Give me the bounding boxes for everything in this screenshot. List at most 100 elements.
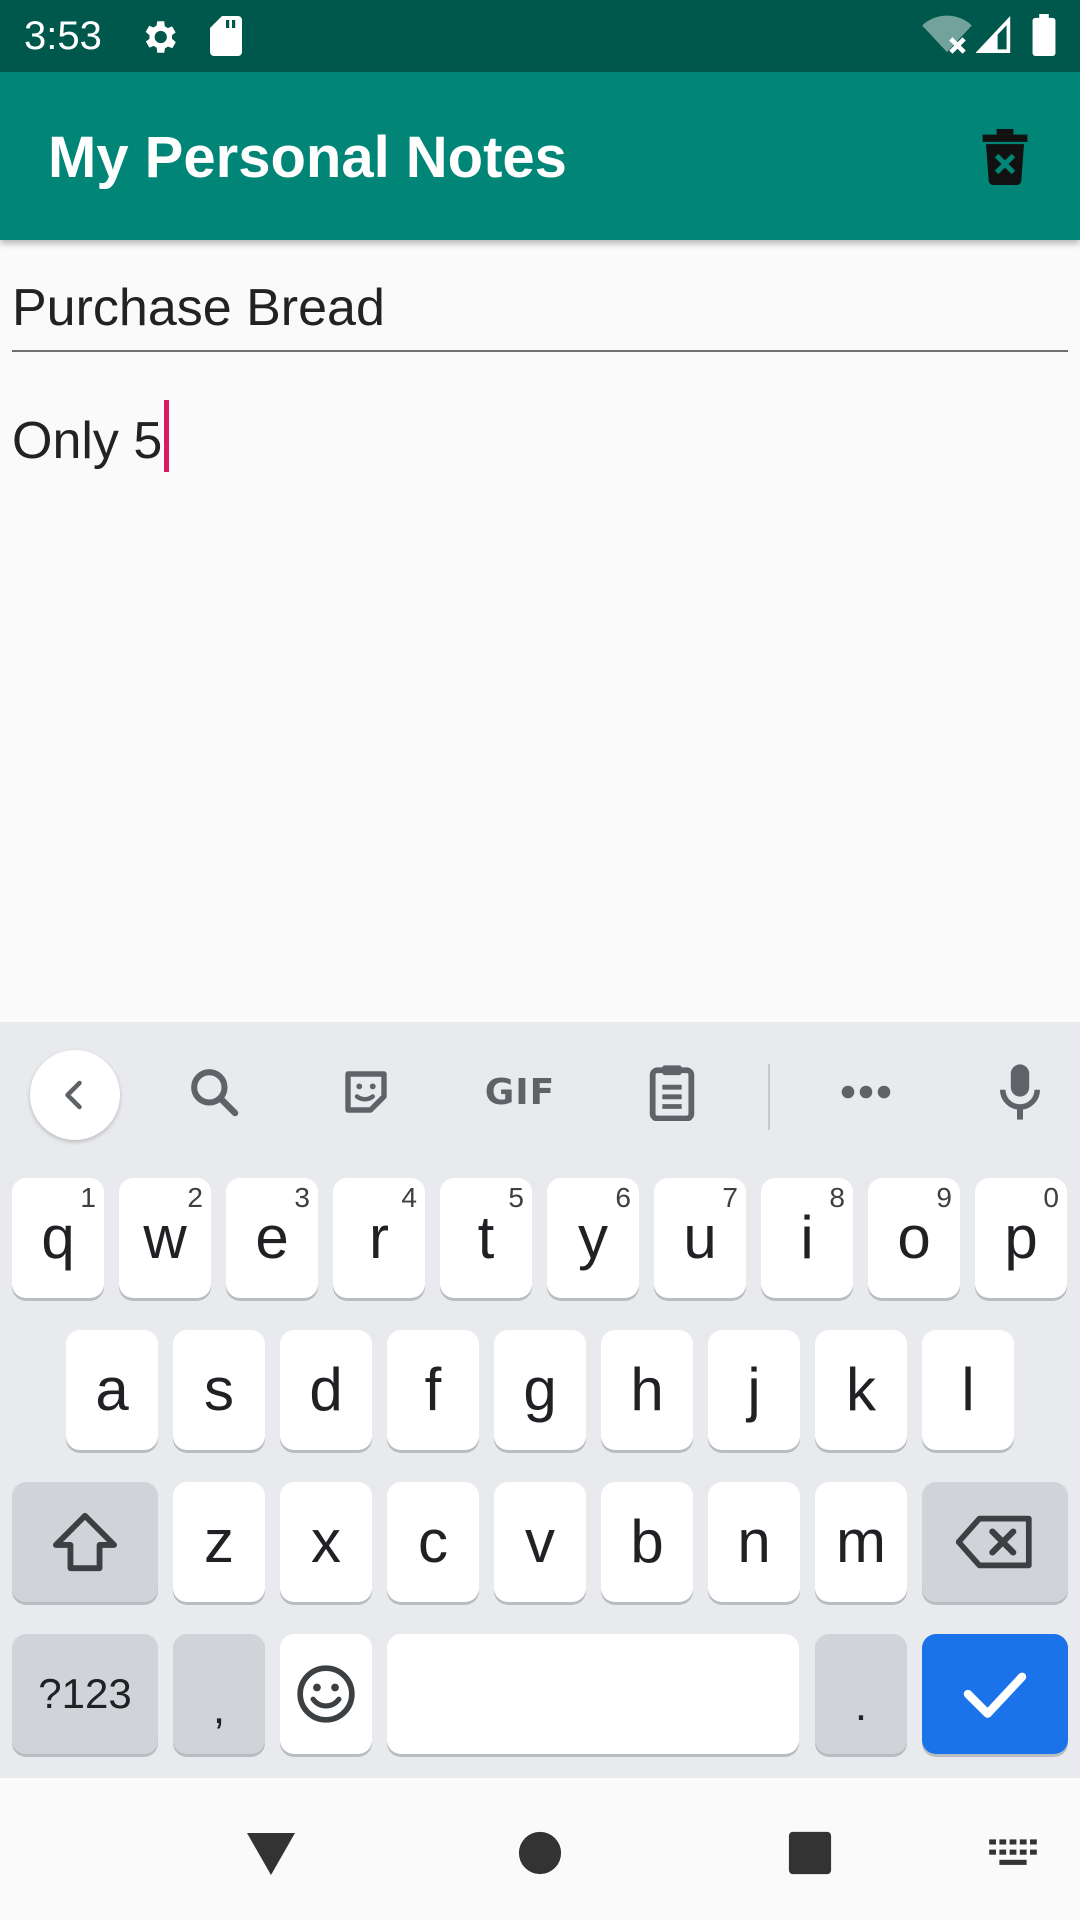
key-a[interactable]: a bbox=[66, 1330, 158, 1450]
comma-key[interactable]: , bbox=[173, 1634, 265, 1754]
symbols-key[interactable]: ?123 bbox=[12, 1634, 158, 1754]
key-char: n bbox=[737, 1508, 771, 1575]
nav-recents-button[interactable] bbox=[775, 1818, 845, 1888]
sd-card-icon bbox=[210, 16, 242, 56]
mic-icon bbox=[999, 1064, 1041, 1120]
checkmark-icon bbox=[963, 1672, 1027, 1718]
backspace-key[interactable] bbox=[922, 1482, 1068, 1602]
key-char: w bbox=[143, 1204, 187, 1271]
key-n[interactable]: n bbox=[708, 1482, 800, 1602]
key-char: l bbox=[961, 1356, 975, 1423]
key-d[interactable]: d bbox=[280, 1330, 372, 1450]
keyboard-toolbar: GIF bbox=[0, 1022, 1080, 1162]
key-h[interactable]: h bbox=[601, 1330, 693, 1450]
soft-keyboard: GIF q1 w2 e3 r4 t5 y6 u7 i8 o9 p0 a s d … bbox=[0, 1022, 1080, 1778]
key-char: , bbox=[212, 1684, 226, 1733]
key-u[interactable]: u7 bbox=[654, 1178, 746, 1298]
gear-icon bbox=[145, 21, 176, 53]
key-m[interactable]: m bbox=[815, 1482, 907, 1602]
key-char: f bbox=[424, 1356, 442, 1423]
space-key[interactable] bbox=[387, 1634, 799, 1754]
signal-icon bbox=[976, 16, 1011, 53]
key-char: g bbox=[523, 1356, 557, 1423]
emoji-key[interactable] bbox=[280, 1634, 372, 1754]
key-char: e bbox=[255, 1204, 289, 1271]
mic-button[interactable] bbox=[990, 1062, 1050, 1122]
key-g[interactable]: g bbox=[494, 1330, 586, 1450]
key-l[interactable]: l bbox=[922, 1330, 1014, 1450]
key-hint: 8 bbox=[829, 1182, 845, 1213]
key-z[interactable]: z bbox=[173, 1482, 265, 1602]
nav-back-button[interactable] bbox=[236, 1818, 306, 1888]
key-hint: 3 bbox=[294, 1182, 310, 1213]
key-char: y bbox=[578, 1204, 608, 1271]
key-r[interactable]: r4 bbox=[333, 1178, 425, 1298]
shift-key[interactable] bbox=[12, 1482, 158, 1602]
key-hint: 2 bbox=[187, 1182, 203, 1213]
key-hint: 6 bbox=[615, 1182, 631, 1213]
note-title-input[interactable]: Purchase Bread bbox=[12, 262, 1068, 352]
gif-button[interactable]: GIF bbox=[484, 1062, 556, 1122]
key-s[interactable]: s bbox=[173, 1330, 265, 1450]
keyboard-switch-icon bbox=[989, 1839, 1037, 1865]
wifi-off-icon bbox=[922, 15, 972, 54]
delete-button[interactable] bbox=[970, 122, 1040, 192]
clipboard-icon bbox=[649, 1065, 695, 1121]
key-char: j bbox=[747, 1356, 761, 1423]
key-hint: 7 bbox=[722, 1182, 738, 1213]
key-char: x bbox=[311, 1508, 341, 1575]
key-y[interactable]: y6 bbox=[547, 1178, 639, 1298]
note-body-input[interactable]: Only 5 bbox=[12, 400, 1068, 600]
key-v[interactable]: v bbox=[494, 1482, 586, 1602]
key-o[interactable]: o9 bbox=[868, 1178, 960, 1298]
key-q[interactable]: q1 bbox=[12, 1178, 104, 1298]
key-e[interactable]: e3 bbox=[226, 1178, 318, 1298]
keyboard-switch-button[interactable] bbox=[978, 1818, 1048, 1888]
battery-icon bbox=[1032, 14, 1056, 56]
key-p[interactable]: p0 bbox=[975, 1178, 1067, 1298]
key-hint: 4 bbox=[401, 1182, 417, 1213]
recents-square-icon bbox=[788, 1831, 832, 1875]
done-key[interactable] bbox=[922, 1634, 1068, 1754]
key-hint: 5 bbox=[508, 1182, 524, 1213]
shift-icon bbox=[53, 1512, 117, 1572]
key-char: m bbox=[836, 1508, 886, 1575]
key-i[interactable]: i8 bbox=[761, 1178, 853, 1298]
key-t[interactable]: t5 bbox=[440, 1178, 532, 1298]
clipboard-button[interactable] bbox=[642, 1062, 702, 1122]
search-button[interactable] bbox=[184, 1062, 244, 1122]
key-char: t bbox=[477, 1204, 495, 1271]
key-k[interactable]: k bbox=[815, 1330, 907, 1450]
app-bar: My Personal Notes bbox=[0, 72, 1080, 240]
key-char: q bbox=[41, 1204, 75, 1271]
key-f[interactable]: f bbox=[387, 1330, 479, 1450]
key-char: . bbox=[854, 1681, 868, 1730]
more-button[interactable] bbox=[836, 1062, 896, 1122]
backspace-icon bbox=[956, 1515, 1032, 1569]
toolbar-divider bbox=[768, 1064, 770, 1130]
screen: 3:53 My Personal Notes Purchase Bread On… bbox=[0, 0, 1080, 1920]
key-char: r bbox=[369, 1204, 389, 1271]
key-char: c bbox=[418, 1508, 448, 1575]
status-time: 3:53 bbox=[24, 14, 102, 58]
key-b[interactable]: b bbox=[601, 1482, 693, 1602]
sticker-button[interactable] bbox=[336, 1062, 396, 1122]
app-title: My Personal Notes bbox=[48, 125, 567, 190]
toolbar-back-button[interactable] bbox=[30, 1050, 120, 1140]
navigation-bar bbox=[0, 1778, 1080, 1920]
key-char: b bbox=[630, 1508, 664, 1575]
nav-home-button[interactable] bbox=[505, 1818, 575, 1888]
key-j[interactable]: j bbox=[708, 1330, 800, 1450]
period-key[interactable]: . bbox=[815, 1634, 907, 1754]
key-w[interactable]: w2 bbox=[119, 1178, 211, 1298]
key-char: d bbox=[309, 1356, 343, 1423]
note-body-text: Only 5 bbox=[12, 412, 163, 470]
key-char: i bbox=[800, 1204, 814, 1271]
key-c[interactable]: c bbox=[387, 1482, 479, 1602]
key-char: s bbox=[204, 1356, 234, 1423]
emoji-icon bbox=[297, 1665, 355, 1723]
key-char: z bbox=[204, 1508, 234, 1575]
key-hint: 0 bbox=[1043, 1182, 1059, 1213]
key-x[interactable]: x bbox=[280, 1482, 372, 1602]
key-char: o bbox=[897, 1204, 931, 1271]
